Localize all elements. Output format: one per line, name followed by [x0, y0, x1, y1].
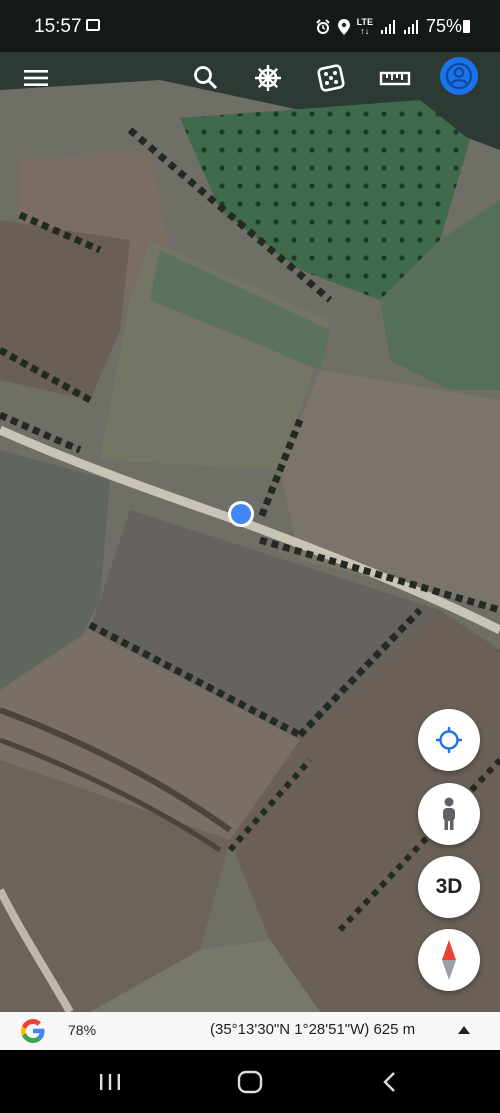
- google-g-logo: [20, 1019, 45, 1043]
- map-info-bar: 78% (35°13'30"N 1°28'51"W) 625 m: [0, 1012, 500, 1050]
- current-location-dot: [228, 501, 254, 527]
- android-nav-bar: [0, 1050, 500, 1113]
- ruler-icon: [379, 71, 411, 86]
- pegman-icon: [443, 797, 455, 830]
- status-time: 15:57: [34, 16, 82, 37]
- status-bar: 15:57 LTE ↑↓ 75%: [0, 0, 500, 52]
- zoom-percent: 78%: [68, 1022, 97, 1038]
- coordinates-readout: (35°13'30"N 1°28'51"W) 625 m: [210, 1021, 416, 1038]
- account-button[interactable]: [440, 57, 478, 95]
- compass-button[interactable]: [418, 929, 480, 991]
- measure-button[interactable]: [377, 60, 413, 96]
- crosshair-icon: [436, 727, 462, 753]
- signal-icon: [403, 19, 418, 34]
- home-button[interactable]: [230, 1068, 270, 1096]
- menu-icon: [24, 70, 48, 86]
- recents-icon: [100, 1074, 120, 1090]
- 3d-toggle-button[interactable]: 3D: [418, 856, 480, 918]
- home-icon: [237, 1070, 263, 1094]
- caret-up-icon[interactable]: [458, 1026, 470, 1034]
- my-location-button[interactable]: [418, 709, 480, 771]
- compass-icon: [442, 940, 456, 980]
- feeling-lucky-button[interactable]: [313, 60, 349, 96]
- battery-icon: [463, 20, 470, 33]
- account-icon: [445, 62, 473, 90]
- street-view-button[interactable]: [418, 783, 480, 845]
- gallery-icon: [86, 19, 100, 31]
- dice-icon: [317, 64, 345, 92]
- status-icons: LTE ↑↓ 75%: [315, 16, 462, 37]
- ship-wheel-icon: [255, 65, 281, 91]
- satellite-map[interactable]: [0, 0, 500, 1012]
- lte-icon: LTE ↑↓: [357, 17, 373, 36]
- menu-button[interactable]: [18, 60, 54, 96]
- search-button[interactable]: [188, 60, 224, 96]
- back-button[interactable]: [370, 1068, 410, 1096]
- battery-percent: 75%: [425, 16, 462, 36]
- search-icon: [194, 66, 218, 90]
- signal-icon: [380, 19, 395, 34]
- voyager-button[interactable]: [250, 60, 286, 96]
- back-icon: [383, 1072, 395, 1092]
- recents-button[interactable]: [90, 1068, 130, 1096]
- alarm-icon: [315, 18, 330, 34]
- lte-arrows-icon: ↑↓: [360, 25, 370, 36]
- top-toolbar: [0, 52, 500, 106]
- location-icon: [337, 18, 350, 35]
